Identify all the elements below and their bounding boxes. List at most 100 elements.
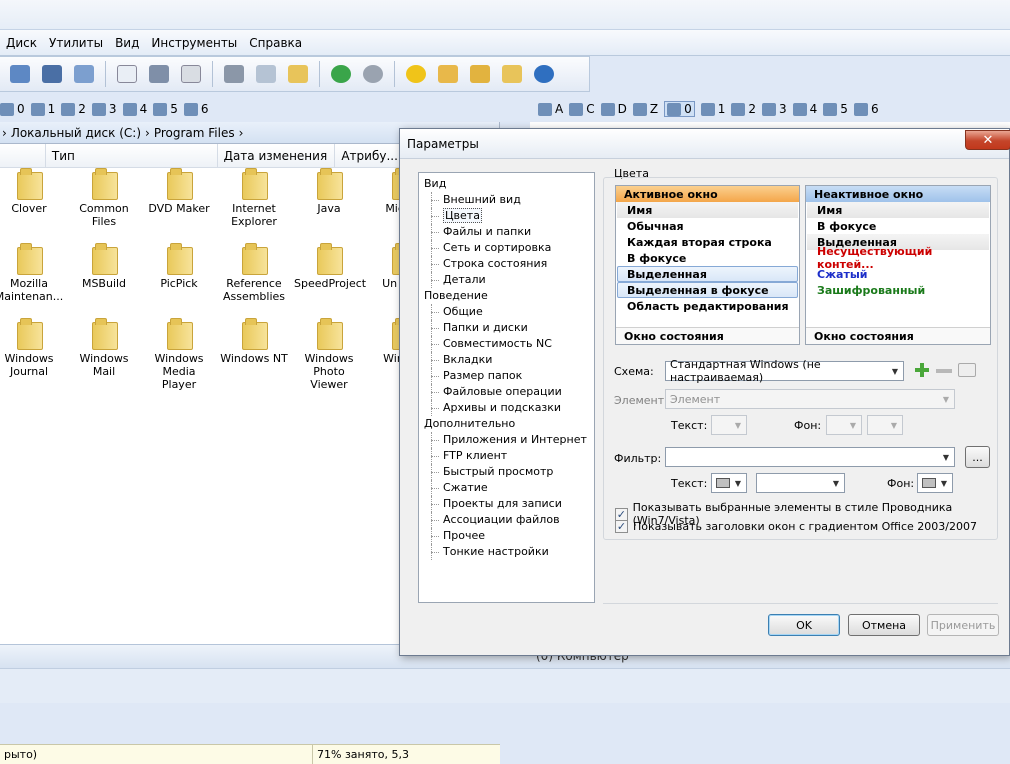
properties-tool-button[interactable] — [6, 60, 34, 88]
tree-item[interactable]: Папки и диски — [419, 320, 594, 336]
inactive-window-preview[interactable]: Неактивное окно Имя В фокусе Выделенная Нес… — [805, 185, 991, 345]
inactive-status-row[interactable]: Окно состояния — [806, 327, 990, 344]
tree-item[interactable]: Детали — [419, 272, 594, 288]
drive-button[interactable]: 2 — [731, 102, 756, 116]
drive-button[interactable]: D — [600, 102, 627, 116]
inactive-color-row[interactable]: Имя — [807, 202, 989, 218]
folder-item[interactable]: Windows Mail — [69, 318, 139, 378]
drive-button[interactable]: 5 — [823, 102, 848, 116]
tree-item[interactable]: Прочее — [419, 528, 594, 544]
tree-item[interactable]: Сжатие — [419, 480, 594, 496]
scheme-select[interactable]: Стандартная Windows (не настраиваемая) ▼ — [665, 358, 904, 384]
filter-text-color-picker[interactable]: ▼ — [711, 473, 747, 493]
tree-item[interactable]: Проекты для записи — [419, 496, 594, 512]
folder-item[interactable]: DVD Maker — [144, 168, 214, 215]
drive-tool-button[interactable] — [220, 60, 248, 88]
bg-color-picker-2[interactable]: ▼ — [867, 415, 903, 435]
bg-color-picker[interactable]: ▼ — [826, 415, 862, 435]
breadcrumb-item[interactable]: Program Files — [154, 126, 235, 140]
tree-item[interactable]: Совместимость NC — [419, 336, 594, 352]
inactive-color-row[interactable]: В фокусе — [807, 218, 989, 234]
active-color-row[interactable]: Каждая вторая строка — [617, 234, 798, 250]
tree-item[interactable]: Ассоциации файлов — [419, 512, 594, 528]
tree-item[interactable]: Тонкие настройки — [419, 544, 594, 560]
drive-button[interactable]: 4 — [792, 102, 817, 116]
column-header-name[interactable] — [0, 144, 45, 167]
folder-item[interactable]: Internet Explorer — [219, 168, 289, 228]
drive-button[interactable]: 5 — [153, 102, 178, 116]
tree-item[interactable]: Сеть и сортировка — [419, 240, 594, 256]
column-header-type[interactable]: Тип — [44, 144, 217, 167]
tree-item[interactable]: Общие — [419, 304, 594, 320]
back-button[interactable] — [327, 60, 355, 88]
drive-button[interactable]: 1 — [30, 102, 55, 116]
menu-utilities[interactable]: Утилиты — [43, 36, 109, 50]
cancel-button[interactable]: Отмена — [848, 614, 920, 636]
tree-group[interactable]: Дополнительно — [419, 416, 594, 432]
drive-button[interactable]: C — [569, 102, 595, 116]
tree-item[interactable]: Размер папок — [419, 368, 594, 384]
active-color-row[interactable]: Обычная — [617, 218, 798, 234]
menu-tools[interactable]: Инструменты — [145, 36, 243, 50]
tree-group[interactable]: Вид — [419, 176, 594, 192]
cut-tool-button[interactable] — [145, 60, 173, 88]
edit-button[interactable] — [466, 60, 494, 88]
add-scheme-icon[interactable] — [914, 362, 930, 378]
tree-item[interactable]: Быстрый просмотр — [419, 464, 594, 480]
folder-open-button[interactable] — [498, 60, 526, 88]
tree-item[interactable]: Цвета — [419, 208, 594, 224]
column-header-date[interactable]: Дата изменения — [216, 144, 335, 167]
drive-button[interactable]: Z — [632, 102, 658, 116]
active-window-preview[interactable]: Активное окно Имя Обычная Каждая вторая ст… — [615, 185, 800, 345]
folder-item[interactable]: Clover — [0, 168, 64, 215]
active-color-row[interactable]: Область редактирования — [617, 298, 798, 314]
drive-button[interactable]: 6 — [183, 102, 208, 116]
console-tool-button[interactable] — [38, 60, 66, 88]
copy-tool-button[interactable] — [113, 60, 141, 88]
active-color-row[interactable]: Выделенная в фокусе — [617, 282, 798, 298]
folder-item[interactable]: Mozilla Maintenan... — [0, 243, 64, 303]
menu-view[interactable]: Вид — [109, 36, 145, 50]
drive-button[interactable]: 2 — [61, 102, 86, 116]
tree-item[interactable]: Строка состояния — [419, 256, 594, 272]
active-color-row[interactable]: Выделенная — [617, 266, 798, 282]
ok-button[interactable]: OK — [768, 614, 840, 636]
folder-item[interactable]: MSBuild — [69, 243, 139, 290]
tree-item[interactable]: FTP клиент — [419, 448, 594, 464]
filter-bg-color-picker[interactable]: ▼ — [917, 473, 953, 493]
folder-item[interactable]: Java — [294, 168, 364, 215]
drive-button[interactable]: 6 — [853, 102, 879, 116]
tree-item[interactable]: Файловые операции — [419, 384, 594, 400]
apply-button[interactable]: Применить — [927, 614, 999, 636]
drive-button[interactable]: 3 — [91, 102, 117, 116]
folder-item[interactable]: Common Files — [69, 168, 139, 228]
remove-scheme-icon[interactable] — [936, 369, 952, 373]
drive-button[interactable]: 0 — [0, 102, 25, 116]
drive-button[interactable]: 1 — [700, 102, 725, 116]
tree-group[interactable]: Поведение — [419, 288, 594, 304]
drive-button[interactable]: A — [538, 102, 563, 116]
drive-button[interactable]: 4 — [122, 102, 147, 116]
active-color-row[interactable]: Имя — [617, 202, 798, 218]
folder-item[interactable]: Windows Media Player — [144, 318, 214, 391]
close-button[interactable]: ✕ — [965, 130, 1010, 150]
help-button[interactable] — [530, 60, 558, 88]
tree-item[interactable]: Вкладки — [419, 352, 594, 368]
drive-button[interactable]: 0 — [664, 101, 695, 117]
favorites-button[interactable] — [402, 60, 430, 88]
folder-item[interactable]: PicPick — [144, 243, 214, 290]
drive-button[interactable]: 3 — [762, 102, 787, 116]
filter-select[interactable]: ▼ — [665, 447, 955, 467]
edit-scheme-icon[interactable] — [958, 363, 976, 377]
menu-disk[interactable]: Диск — [0, 36, 43, 50]
folder-find-tool-button[interactable] — [284, 60, 312, 88]
tree-item[interactable]: Приложения и Интернет — [419, 432, 594, 448]
tree-item[interactable]: Архивы и подсказки — [419, 400, 594, 416]
folder-item[interactable]: Windows Photo Viewer — [294, 318, 364, 391]
folder-item[interactable]: Windows NT — [219, 318, 289, 365]
text-color-picker[interactable]: ▼ — [711, 415, 747, 435]
search-tool-button[interactable] — [252, 60, 280, 88]
tree-button[interactable] — [434, 60, 462, 88]
tree-item[interactable]: Файлы и папки — [419, 224, 594, 240]
folder-item[interactable]: Reference Assemblies — [219, 243, 289, 303]
